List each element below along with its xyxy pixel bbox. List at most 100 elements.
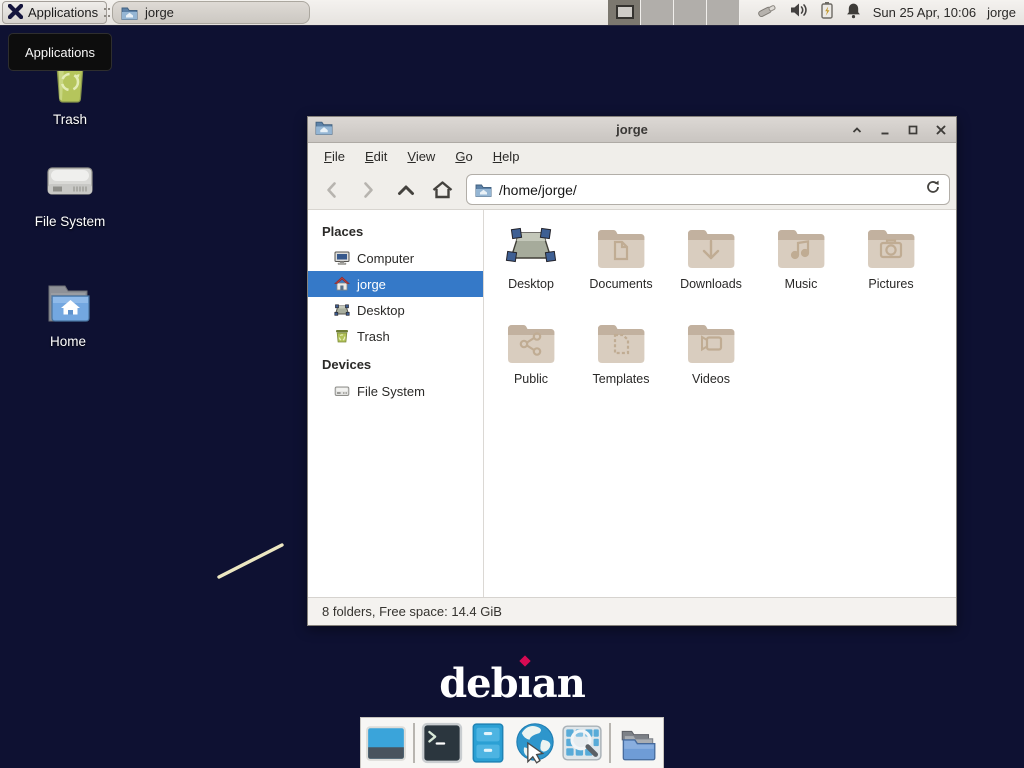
file-item-label: Public — [514, 372, 548, 386]
applications-menu-label: Applications — [28, 5, 98, 20]
bell-icon[interactable] — [845, 2, 862, 24]
file-item-label: Templates — [593, 372, 650, 386]
menu-help[interactable]: Help — [483, 145, 530, 168]
file-item-label: Videos — [692, 372, 730, 386]
toolbar: /home/jorge/ — [308, 169, 956, 210]
file-item-videos[interactable]: Videos — [666, 312, 756, 407]
up-button[interactable] — [390, 175, 422, 204]
close-button[interactable] — [930, 119, 952, 141]
top-panel: Applications jorge — [0, 0, 1024, 26]
file-item-pictures[interactable]: Pictures — [846, 217, 936, 312]
desktop-icon-file-system[interactable]: File System — [20, 160, 120, 229]
globe-browser-icon — [513, 721, 557, 765]
file-item-downloads[interactable]: Downloads — [666, 217, 756, 312]
videos-folder-icon — [683, 317, 739, 367]
taskbar-window-label: jorge — [145, 5, 174, 20]
sidebar-item-trash[interactable]: Trash — [308, 323, 483, 349]
home-icon — [334, 276, 350, 292]
menu-go[interactable]: Go — [445, 145, 482, 168]
file-manager-button[interactable] — [467, 721, 510, 765]
maximize-button[interactable] — [902, 119, 924, 141]
address-path[interactable]: /home/jorge/ — [499, 182, 918, 198]
sidebar-item-computer[interactable]: Computer — [308, 245, 483, 271]
file-item-desktop[interactable]: Desktop — [486, 217, 576, 312]
file-item-label: Documents — [589, 277, 652, 291]
desktop-icon-label: File System — [35, 214, 106, 229]
address-bar[interactable]: /home/jorge/ — [466, 174, 950, 205]
sidebar-item-label: Desktop — [357, 303, 405, 318]
workspace-switcher — [608, 0, 740, 25]
show-desktop-icon — [365, 722, 407, 764]
places-sidebar: Places Computer jorge — [308, 210, 484, 597]
file-item-label: Pictures — [868, 277, 913, 291]
file-grid: Desktop Documents — [486, 217, 936, 407]
battery-icon[interactable] — [820, 1, 834, 24]
menu-edit[interactable]: Edit — [355, 145, 397, 168]
computer-icon — [334, 250, 350, 266]
documents-folder-icon — [593, 222, 649, 272]
statusbar: 8 folders, Free space: 14.4 GiB — [308, 597, 956, 625]
sidebar-item-label: File System — [357, 384, 425, 399]
desktop-icon-home[interactable]: Home — [18, 280, 118, 349]
app-finder-icon — [561, 722, 603, 764]
panel-handle[interactable] — [104, 8, 110, 17]
paint-stroke — [212, 538, 290, 584]
sidebar-item-label: Computer — [357, 251, 414, 266]
tooltip-text: Applications — [25, 45, 95, 60]
web-browser-button[interactable] — [513, 721, 557, 765]
sidebar-item-label: jorge — [357, 277, 386, 292]
public-folder-icon — [503, 317, 559, 367]
user-actions-label[interactable]: jorge — [987, 5, 1016, 20]
menu-view[interactable]: View — [397, 145, 445, 168]
desktop-folder-icon — [503, 222, 559, 272]
volume-icon[interactable] — [790, 2, 809, 23]
titlebar[interactable]: jorge — [308, 117, 956, 143]
directory-menu-button[interactable] — [617, 721, 660, 765]
file-view[interactable]: Desktop Documents — [484, 210, 956, 597]
clock[interactable]: Sun 25 Apr, 10:06 — [873, 5, 976, 20]
workspace-3[interactable] — [674, 0, 707, 25]
music-folder-icon — [773, 222, 829, 272]
desktop-icon-label: Trash — [53, 112, 87, 127]
reload-icon[interactable] — [925, 179, 941, 200]
applications-menu-button[interactable]: Applications — [2, 1, 107, 24]
devices-header: Devices — [308, 349, 483, 378]
forward-button[interactable] — [352, 175, 384, 204]
workspace-window-thumb — [616, 5, 634, 19]
terminal-icon — [421, 722, 463, 764]
hard-drive-icon — [334, 383, 350, 399]
status-text: 8 folders, Free space: 14.4 GiB — [322, 604, 502, 619]
menu-file[interactable]: File — [314, 145, 355, 168]
file-cabinet-icon — [467, 722, 509, 764]
file-item-label: Music — [785, 277, 818, 291]
dock-separator — [413, 723, 415, 763]
application-finder-button[interactable] — [560, 721, 603, 765]
logo-text: deb — [439, 660, 517, 707]
workspace-1[interactable] — [608, 0, 641, 25]
xfce-menu-icon — [8, 4, 23, 22]
file-item-documents[interactable]: Documents — [576, 217, 666, 312]
folders-icon — [617, 722, 659, 764]
stylus-icon[interactable] — [755, 2, 779, 24]
file-item-templates[interactable]: Templates — [576, 312, 666, 407]
sidebar-item-jorge[interactable]: jorge — [308, 271, 483, 297]
file-item-music[interactable]: Music — [756, 217, 846, 312]
workspace-4[interactable] — [707, 0, 740, 25]
minimize-button[interactable] — [874, 119, 896, 141]
taskbar-window-button[interactable]: jorge — [112, 1, 310, 24]
folder-icon — [475, 183, 492, 197]
sidebar-item-label: Trash — [357, 329, 390, 344]
back-button[interactable] — [316, 175, 348, 204]
home-button[interactable] — [426, 175, 458, 204]
sidebar-item-file-system[interactable]: File System — [308, 378, 483, 404]
applications-tooltip: Applications — [8, 33, 112, 71]
system-tray: Sun 25 Apr, 10:06 jorge — [755, 0, 1024, 25]
sidebar-item-desktop[interactable]: Desktop — [308, 297, 483, 323]
show-desktop-button[interactable] — [364, 721, 407, 765]
dock-separator — [609, 723, 611, 763]
file-item-public[interactable]: Public — [486, 312, 576, 407]
shade-button[interactable] — [846, 119, 868, 141]
workspace-2[interactable] — [641, 0, 674, 25]
terminal-button[interactable] — [421, 721, 464, 765]
file-item-label: Downloads — [680, 277, 742, 291]
